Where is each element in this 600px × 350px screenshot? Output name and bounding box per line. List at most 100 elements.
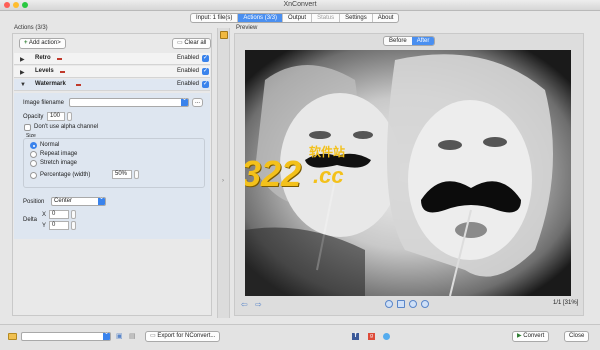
zoom-controls xyxy=(385,300,429,308)
size-stretch-radio[interactable] xyxy=(30,160,37,167)
remove-action-icon[interactable] xyxy=(60,71,65,73)
action-status: Enabled xyxy=(177,68,200,74)
fit-icon[interactable] xyxy=(397,300,405,308)
main-tabs: Input: 1 file(s) Actions (3/3) Output St… xyxy=(190,13,400,23)
convert-label: Convert xyxy=(523,333,545,339)
size-normal-radio[interactable] xyxy=(30,142,37,149)
actions-section-title: Actions (3/3) xyxy=(14,25,48,31)
action-row-retro[interactable]: ▶ Retro Enabled xyxy=(14,53,210,65)
delta-x-stepper[interactable] xyxy=(71,210,76,219)
twitter-icon[interactable] xyxy=(383,333,390,340)
clear-all-button[interactable]: ▭ Clear all xyxy=(172,38,212,49)
watermark-settings: Image filename ... Opacity 100 Don't use… xyxy=(14,93,210,239)
delta-x-label: X xyxy=(42,212,47,218)
delta-y-input[interactable]: 0 xyxy=(49,221,69,230)
size-option-label: Normal xyxy=(40,142,60,148)
action-status: Enabled xyxy=(177,55,200,61)
action-enabled-checkbox[interactable] xyxy=(202,80,209,88)
position-label: Position xyxy=(23,199,45,205)
google-plus-icon[interactable]: g xyxy=(368,333,375,340)
folder-icon[interactable] xyxy=(8,333,17,340)
action-enabled-checkbox[interactable] xyxy=(202,54,209,62)
delta-label: Delta xyxy=(23,217,38,223)
add-action-label: Add action> xyxy=(28,40,61,46)
delta-y-label: Y xyxy=(42,223,47,229)
position-value: Center xyxy=(54,198,73,204)
export-nconvert-button[interactable]: ▭ Export for NConvert... xyxy=(145,331,221,342)
chevron-down-icon xyxy=(103,330,110,340)
size-percentage-radio[interactable] xyxy=(30,172,37,179)
tab-output[interactable]: Output xyxy=(283,14,313,22)
delta-y-stepper[interactable] xyxy=(71,221,76,230)
save-preset-icon[interactable]: ▣ xyxy=(116,332,123,340)
position-select[interactable]: Center xyxy=(51,195,106,206)
alpha-checkbox[interactable] xyxy=(24,124,31,131)
window-title: XnConvert xyxy=(283,1,317,8)
action-name: Levels xyxy=(35,68,54,74)
watermark-logo: 3322 软件站 .cc xyxy=(245,143,381,203)
clear-all-icon: ▭ xyxy=(177,40,183,46)
action-row-watermark[interactable]: ▼ Watermark Enabled xyxy=(14,79,210,91)
remove-action-icon[interactable] xyxy=(76,84,81,86)
action-enabled-checkbox[interactable] xyxy=(202,67,209,75)
after-button[interactable]: After xyxy=(411,37,435,45)
preview-section-title: Preview xyxy=(236,25,258,31)
size-option-label: Percentage (width) xyxy=(40,172,91,178)
expand-arrow-icon[interactable]: ▶ xyxy=(20,69,25,76)
tab-about[interactable]: About xyxy=(373,14,399,22)
nav-right-icon[interactable]: ⇨ xyxy=(255,300,262,309)
action-name: Watermark xyxy=(35,81,66,87)
image-filename-label: Image filename xyxy=(23,100,65,106)
image-filename-combo[interactable] xyxy=(69,96,189,107)
size-option-label: Stretch image xyxy=(40,160,78,166)
opacity-input[interactable]: 100 xyxy=(47,112,65,121)
action-row-levels[interactable]: ▶ Levels Enabled xyxy=(14,66,210,78)
layers-icon[interactable] xyxy=(220,31,228,39)
export-label: Export for NConvert... xyxy=(157,333,216,339)
percentage-stepper[interactable] xyxy=(134,170,139,179)
chevron-down-icon xyxy=(181,96,188,106)
clear-all-label: Clear all xyxy=(184,40,207,46)
page-indicator: 1/1 [31%] xyxy=(553,300,579,306)
export-icon: ▭ xyxy=(150,333,156,339)
delete-preset-icon[interactable]: ▤ xyxy=(129,332,136,340)
chevron-down-icon xyxy=(98,195,105,205)
zoom-out-icon[interactable] xyxy=(421,300,429,308)
chevron-right-icon[interactable]: › xyxy=(222,178,224,184)
action-status: Enabled xyxy=(177,81,200,87)
watermark-number: 3322 xyxy=(245,153,302,194)
nav-left-icon[interactable]: ⇦ xyxy=(241,300,248,309)
tab-status[interactable]: Status xyxy=(312,14,341,22)
expand-arrow-icon[interactable]: ▶ xyxy=(20,56,25,63)
actions-panel: + Add action> ▭ Clear all ▶ Retro Enable… xyxy=(12,33,212,316)
opacity-stepper[interactable] xyxy=(67,112,72,121)
browse-button[interactable]: ... xyxy=(192,98,204,107)
panel-splitter[interactable]: › xyxy=(217,28,230,318)
tab-input[interactable]: Input: 1 file(s) xyxy=(191,14,239,22)
before-button[interactable]: Before xyxy=(384,37,412,45)
title-bar: XnConvert xyxy=(0,0,600,11)
size-group: Normal Repeat image Stretch image Percen… xyxy=(23,138,205,188)
add-action-button[interactable]: + Add action> xyxy=(19,38,66,49)
percentage-input[interactable]: 50% xyxy=(112,170,132,179)
collapse-arrow-icon[interactable]: ▼ xyxy=(20,82,26,88)
preview-panel: Before After 22 软件站 .cc ⇦ ⇨ 1/1 [31%] xyxy=(234,33,584,316)
size-option-label: Repeat image xyxy=(40,151,78,157)
actual-size-icon[interactable] xyxy=(409,300,417,308)
close-button[interactable]: Close xyxy=(564,331,590,342)
watermark-suffix: .cc xyxy=(313,163,344,188)
size-repeat-radio[interactable] xyxy=(30,151,37,158)
tab-actions[interactable]: Actions (3/3) xyxy=(238,14,284,22)
convert-button[interactable]: ▶ Convert xyxy=(512,331,550,342)
action-name: Retro xyxy=(35,55,51,61)
tab-settings[interactable]: Settings xyxy=(340,14,373,22)
zoom-in-icon[interactable] xyxy=(385,300,393,308)
preset-select[interactable] xyxy=(21,330,111,341)
bottom-bar: ▣ ▤ ▭ Export for NConvert... f g ▶ Conve… xyxy=(0,324,600,350)
delta-x-input[interactable]: 0 xyxy=(49,210,69,219)
convert-icon: ▶ xyxy=(517,333,522,339)
facebook-icon[interactable]: f xyxy=(352,333,359,340)
remove-action-icon[interactable] xyxy=(57,58,62,60)
before-after-toggle: Before After xyxy=(383,36,436,46)
add-action-icon: + xyxy=(24,40,28,46)
